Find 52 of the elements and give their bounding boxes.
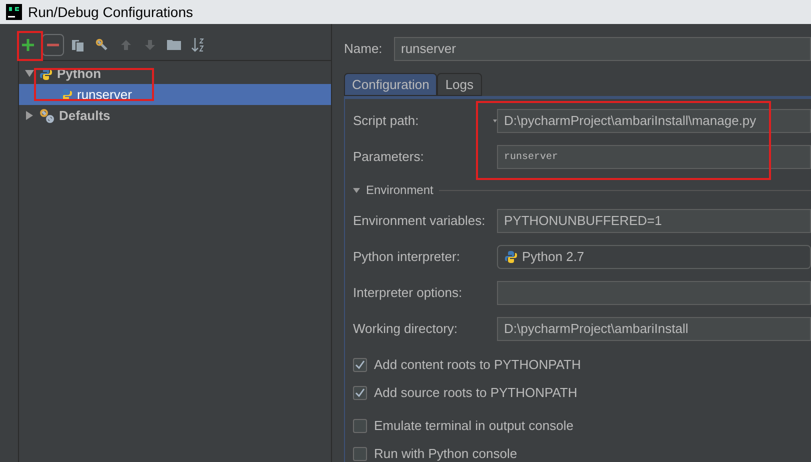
field-label: Python interpreter: — [353, 248, 461, 266]
folder-icon — [167, 39, 181, 51]
wrench-icon — [39, 108, 55, 124]
collapsed-arrow-icon[interactable] — [23, 111, 35, 120]
checkbox-label: Run with Python console — [374, 445, 518, 462]
copy-icon — [71, 38, 85, 52]
field-label: Parameters: — [353, 148, 425, 166]
sort-icon — [191, 37, 205, 53]
input-field[interactable]: PYTHONUNBUFFERED=1 — [497, 209, 811, 233]
down-arrow-icon — [144, 39, 156, 51]
input-field[interactable] — [497, 281, 811, 305]
checkbox[interactable] — [353, 386, 367, 400]
field-label: Script path: — [353, 112, 420, 130]
input-field[interactable]: D:\pycharmProject\ambariInstall — [497, 317, 811, 341]
field-label: Interpreter options: — [353, 284, 464, 302]
field-label: Working directory: — [353, 320, 459, 338]
checkbox[interactable] — [353, 419, 367, 433]
checkbox-label: Add source roots to PYTHONPATH — [374, 384, 578, 402]
up-arrow-icon — [120, 39, 132, 51]
interpreter-dropdown[interactable]: Python 2.7 — [497, 245, 811, 269]
tree-item[interactable]: Defaults — [19, 105, 331, 126]
field-value: Python 2.7 — [522, 248, 584, 266]
input-field[interactable]: D:\pycharmProject\ambariInstall\manage.py — [497, 109, 811, 133]
section-title: Environment — [366, 182, 434, 199]
checkbox[interactable] — [353, 447, 367, 461]
tree-label: runserver — [77, 86, 132, 104]
checkbox-label: Emulate terminal in output console — [374, 417, 574, 436]
name-label: Name: — [344, 40, 384, 58]
python-logo-icon — [59, 88, 73, 102]
checkbox-label: Add content roots to PYTHONPATH — [374, 356, 581, 374]
tab[interactable]: Logs — [437, 73, 482, 96]
highlight-frame — [17, 31, 43, 61]
expanded-arrow-icon[interactable] — [353, 186, 360, 194]
wrench-icon — [95, 38, 109, 52]
input-field[interactable]: runserver — [497, 145, 811, 169]
field-value: D:\pycharmProject\ambariInstall\manage.py — [504, 112, 756, 130]
window-title: Run/Debug Configurations — [28, 2, 193, 22]
expanded-arrow-icon[interactable] — [23, 69, 35, 78]
app-logo-icon — [6, 4, 22, 20]
plus-icon — [21, 38, 35, 52]
field-value: D:\pycharmProject\ambariInstall — [504, 320, 688, 338]
tab[interactable]: Configuration — [344, 73, 438, 96]
python-logo-icon — [504, 250, 518, 264]
checkbox[interactable] — [353, 358, 367, 372]
tree-item[interactable]: runserver — [19, 84, 331, 105]
minus-icon — [46, 43, 60, 47]
field-value: runserver — [504, 150, 558, 164]
field-label: Environment variables: — [353, 212, 486, 230]
name-field[interactable]: runserver — [394, 37, 811, 61]
remove-button[interactable] — [42, 34, 64, 56]
field-value: PYTHONUNBUFFERED=1 — [504, 212, 662, 230]
tree-label: Defaults — [59, 106, 110, 125]
